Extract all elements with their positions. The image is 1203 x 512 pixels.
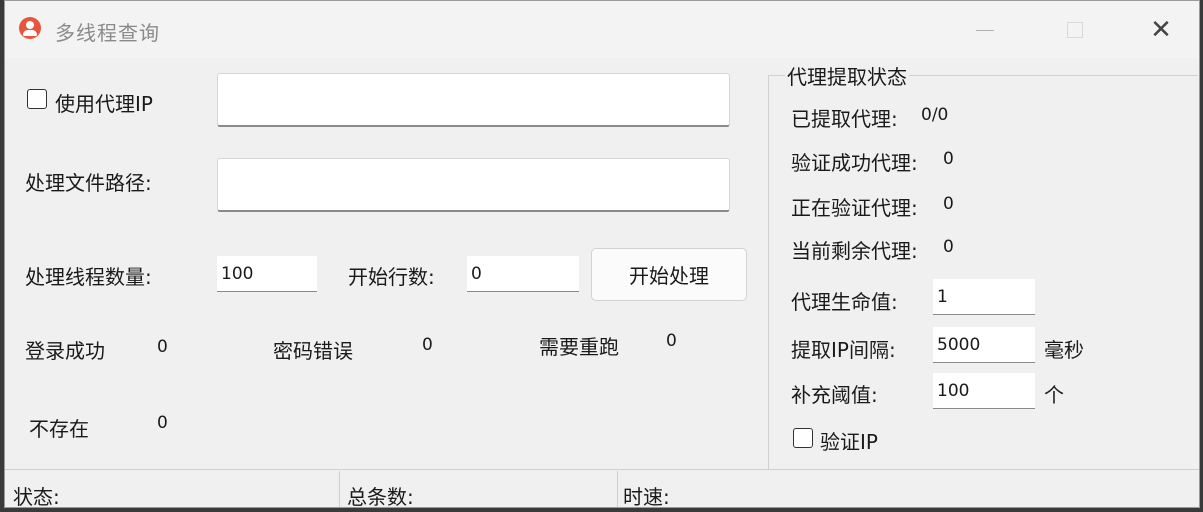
verifying-proxy-value: 0 (943, 194, 954, 214)
file-path-input[interactable] (217, 158, 730, 212)
extract-interval-input[interactable] (933, 327, 1035, 363)
status-label: 状态: (13, 485, 60, 508)
not-exist-label: 不存在 (29, 417, 89, 441)
login-success-label: 登录成功 (25, 339, 105, 363)
wrong-password-value: 0 (422, 335, 433, 355)
minimize-button[interactable] (965, 13, 1005, 47)
proxy-life-label: 代理生命值: (791, 290, 898, 314)
interval-unit-label: 毫秒 (1044, 338, 1084, 362)
start-row-input[interactable] (467, 256, 579, 292)
proxy-input[interactable] (217, 73, 730, 127)
thread-count-input[interactable] (217, 256, 317, 292)
rerun-value: 0 (666, 331, 677, 351)
maximize-button[interactable] (1055, 13, 1095, 47)
status-separator (339, 471, 340, 507)
extracted-proxy-label: 已提取代理: (791, 107, 898, 131)
threshold-input[interactable] (933, 373, 1035, 409)
not-exist-value: 0 (157, 413, 168, 433)
remaining-proxy-label: 当前剩余代理: (791, 239, 918, 263)
app-user-icon (19, 17, 41, 39)
extracted-proxy-value: 0/0 (921, 105, 949, 125)
speed-label: 时速: (623, 485, 670, 508)
wrong-password-label: 密码错误 (273, 339, 353, 363)
status-bar (5, 469, 1199, 507)
minimize-icon (976, 29, 994, 31)
total-count-label: 总条数: (347, 485, 414, 508)
start-row-label: 开始行数: (348, 265, 435, 289)
proxy-status-title: 代理提取状态 (785, 61, 909, 90)
status-separator (617, 471, 618, 507)
proxy-status-group (768, 75, 1198, 469)
main-window: 多线程查询 ✕ 使用代理IP 处理文件路径: 处理线程数量: 开始行数: 开始处… (4, 0, 1200, 508)
remaining-proxy-value: 0 (943, 237, 954, 257)
close-icon: ✕ (1150, 15, 1172, 45)
start-processing-button[interactable]: 开始处理 (591, 248, 747, 301)
use-proxy-checkbox[interactable] (27, 89, 47, 109)
login-success-value: 0 (157, 337, 168, 357)
proxy-life-input[interactable] (933, 279, 1035, 315)
verifying-proxy-label: 正在验证代理: (791, 196, 918, 220)
file-path-label: 处理文件路径: (25, 171, 152, 195)
verified-proxy-label: 验证成功代理: (791, 151, 918, 175)
window-title: 多线程查询 (55, 21, 160, 45)
close-button[interactable]: ✕ (1141, 13, 1181, 47)
verified-proxy-value: 0 (943, 149, 954, 169)
rerun-label: 需要重跑 (539, 335, 619, 359)
thread-count-label: 处理线程数量: (25, 265, 152, 289)
maximize-icon (1067, 22, 1083, 38)
extract-interval-label: 提取IP间隔: (791, 338, 896, 362)
threshold-label: 补充阈值: (791, 383, 878, 407)
use-proxy-label: 使用代理IP (55, 92, 153, 116)
title-bar: 多线程查询 ✕ (5, 1, 1199, 59)
verify-ip-label: 验证IP (820, 430, 878, 454)
verify-ip-checkbox[interactable] (793, 428, 813, 448)
threshold-unit-label: 个 (1044, 383, 1064, 407)
